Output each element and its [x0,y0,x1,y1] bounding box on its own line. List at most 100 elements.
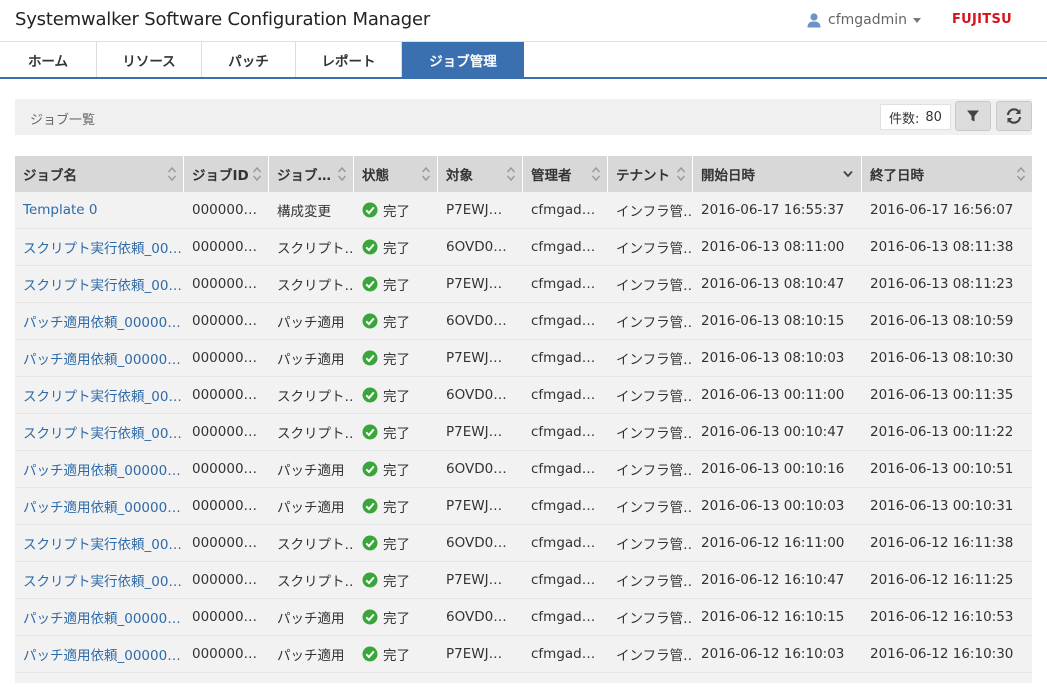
cell-text: インフラ管… [616,537,693,553]
cell-end-time: 2016-06-12 16:11:25 [862,562,1032,598]
cell-end-time: 2016-06-13 08:11:38 [862,229,1032,265]
tab-resources[interactable]: リソース [97,42,202,77]
cell-text: スクリプト実行依頼_00… [23,537,182,553]
cell-text: 2016-06-13 00:11:35 [870,387,1014,403]
column-header-admin[interactable]: 管理者 [523,156,608,192]
column-header-end-time[interactable]: 終了日時 [862,156,1032,192]
column-header-tenant[interactable]: テナント [608,156,693,192]
cell-text: スクリプト実行依頼_00… [23,574,182,590]
app-title: Systemwalker Software Configuration Mana… [15,9,431,30]
cell-end-time: 2016-06-13 00:11:22 [862,414,1032,450]
sort-both-icon [591,166,601,182]
table-row[interactable]: スクリプト実行依頼_00… 000000… スクリプト… 完了 P7EWJ… cfmgad… [15,562,1032,599]
cell-job-name[interactable]: スクリプト実行依頼_00… [15,377,184,413]
sort-both-icon [167,166,177,182]
cell-job-name[interactable]: スクリプト実行依頼_00… [15,562,184,598]
column-header-status[interactable]: 状態 [354,156,438,192]
cell-job-name[interactable]: パッチ適用依頼_00000… [15,303,184,339]
cell-text: インフラ管… [616,426,693,442]
cell-job-name[interactable]: パッチ適用依頼_00000… [15,340,184,376]
cell-status: 完了 [354,303,438,339]
cell-text: 6OVD0… [446,535,507,551]
cell-status: 完了 [354,562,438,598]
column-header-target[interactable]: 対象 [438,156,523,192]
sort-both-icon [421,166,431,182]
cell-job-type: パッチ適用 [269,599,354,635]
cell-text: P7EWJ… [446,572,503,588]
table-scroll-area [15,673,1032,683]
cell-tenant: インフラ管… [608,414,693,450]
cell-text: 000000… [192,387,258,403]
fujitsu-logo: FUJITSU [952,12,1012,27]
cell-job-name[interactable]: パッチ適用依頼_00000… [15,451,184,487]
cell-admin: cfmgad… [523,229,608,265]
tab-home[interactable]: ホーム [0,42,97,77]
cell-text: cfmgad… [531,387,596,403]
cell-text: cfmgad… [531,572,596,588]
column-header-start-time[interactable]: 開始日時 [693,156,862,192]
cell-job-name[interactable]: Template 0 [15,192,184,228]
tab-job-management[interactable]: ジョブ管理 [402,42,524,77]
cell-job-type: スクリプト… [269,229,354,265]
cell-target: P7EWJ… [438,636,523,672]
column-header-job-id[interactable]: ジョブID [184,156,269,192]
cell-target: P7EWJ… [438,266,523,302]
cell-job-name[interactable]: スクリプト実行依頼_00… [15,266,184,302]
column-header-job-name[interactable]: ジョブ名 [15,156,184,192]
cell-job-name[interactable]: パッチ適用依頼_00000… [15,599,184,635]
cell-job-name[interactable]: パッチ適用依頼_00000… [15,488,184,524]
cell-job-name[interactable]: パッチ適用依頼_00000… [15,636,184,672]
sort-both-icon [337,166,347,182]
cell-text: 完了 [383,574,410,590]
cell-text: 2016-06-13 08:10:15 [701,313,845,329]
cell-text: 000000… [192,313,258,329]
cell-text: 完了 [383,352,410,368]
cell-tenant: インフラ管… [608,377,693,413]
cell-text: P7EWJ… [446,424,503,440]
cell-job-name[interactable]: スクリプト実行依頼_00… [15,229,184,265]
cell-admin: cfmgad… [523,303,608,339]
cell-status: 完了 [354,414,438,450]
table-row[interactable]: パッチ適用依頼_00000… 000000… パッチ適用 完了 P7EWJ… cfmgad… [15,488,1032,525]
cell-text: パッチ適用 [277,463,345,479]
top-bar: Systemwalker Software Configuration Mana… [0,0,1047,42]
cell-text: スクリプト… [277,574,354,590]
refresh-button[interactable] [996,101,1032,131]
table-row[interactable]: スクリプト実行依頼_00… 000000… スクリプト… 完了 6OVD0… cfmgad… [15,229,1032,266]
column-header-job-type[interactable]: ジョブ… [269,156,354,192]
cell-job-name[interactable]: スクリプト実行依頼_00… [15,525,184,561]
cell-status: 完了 [354,192,438,228]
job-list-toolbar: ジョブ一覧 件数: 80 [15,99,1032,135]
cell-target: 6OVD0… [438,377,523,413]
cell-text: 6OVD0… [446,387,507,403]
table-row[interactable]: パッチ適用依頼_00000… 000000… パッチ適用 完了 P7EWJ… cfmgad… [15,636,1032,673]
filter-button[interactable] [955,101,991,131]
cell-text: cfmgad… [531,461,596,477]
cell-text: 2016-06-13 08:11:23 [870,276,1014,292]
cell-text: 2016-06-12 16:10:15 [701,609,845,625]
user-menu[interactable]: cfmgadmin [806,12,922,28]
table-row[interactable]: パッチ適用依頼_00000… 000000… パッチ適用 完了 6OVD0… cfmgad… [15,303,1032,340]
cell-status: 完了 [354,340,438,376]
table-row[interactable]: パッチ適用依頼_00000… 000000… パッチ適用 完了 P7EWJ… cfmgad… [15,340,1032,377]
cell-text: パッチ適用 [277,648,345,664]
table-row[interactable]: Template 0 000000… 構成変更 完了 P7EWJ… cfmgad… インフラ… [15,192,1032,229]
cell-target: 6OVD0… [438,599,523,635]
cell-text: 6OVD0… [446,313,507,329]
cell-text: インフラ管… [616,463,693,479]
cell-job-name[interactable]: スクリプト実行依頼_00… [15,414,184,450]
cell-text: 2016-06-13 08:10:30 [870,350,1014,366]
tab-reports[interactable]: レポート [296,42,402,77]
tab-patches[interactable]: パッチ [202,42,296,77]
table-row[interactable]: スクリプト実行依頼_00… 000000… スクリプト… 完了 P7EWJ… cfmgad… [15,266,1032,303]
cell-start-time: 2016-06-12 16:11:00 [693,525,862,561]
table-row[interactable]: パッチ適用依頼_00000… 000000… パッチ適用 完了 6OVD0… cfmgad… [15,451,1032,488]
table-row[interactable]: パッチ適用依頼_00000… 000000… パッチ適用 完了 6OVD0… cfmgad… [15,599,1032,636]
cell-text: cfmgad… [531,609,596,625]
table-row[interactable]: スクリプト実行依頼_00… 000000… スクリプト… 完了 6OVD0… cfmgad… [15,525,1032,562]
cell-admin: cfmgad… [523,525,608,561]
column-header-label: ジョブ… [277,168,331,184]
cell-job-type: パッチ適用 [269,636,354,672]
table-row[interactable]: スクリプト実行依頼_00… 000000… スクリプト… 完了 6OVD0… cfmgad… [15,377,1032,414]
table-row[interactable]: スクリプト実行依頼_00… 000000… スクリプト… 完了 P7EWJ… cfmgad… [15,414,1032,451]
